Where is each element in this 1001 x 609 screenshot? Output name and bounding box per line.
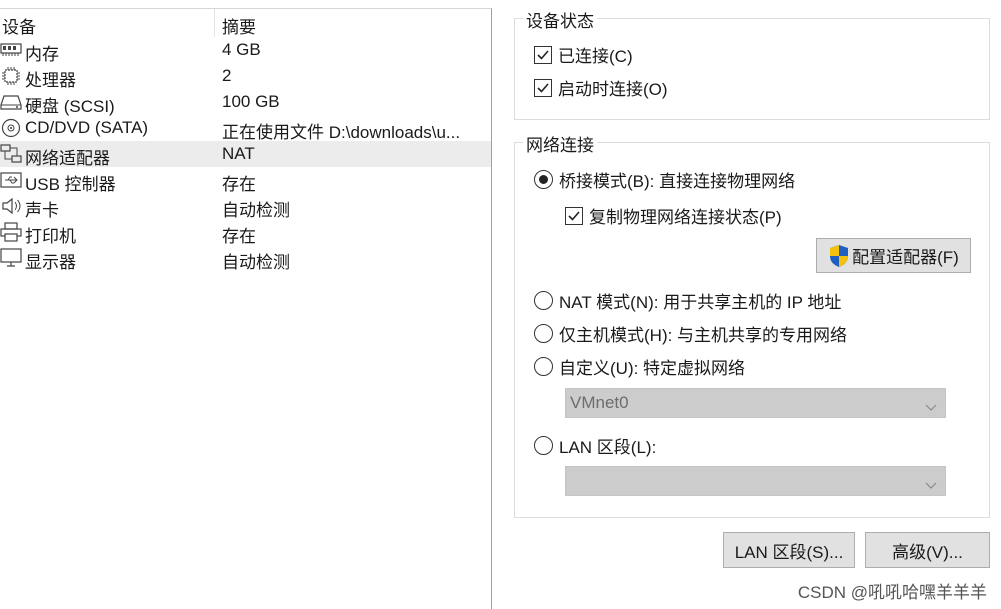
connect-at-power-on-checkbox[interactable]: 启动时连接(O) xyxy=(534,75,668,100)
configure-adapters-button[interactable]: 配置适配器(F) xyxy=(816,238,971,273)
device-status-group: 设备状态 已连接(C) 启动时连接(O) xyxy=(514,7,990,120)
watermark: CSDN @吼吼哈嘿羊羊羊 xyxy=(797,583,987,602)
nat-mode-radio[interactable]: NAT 模式(N): 用于共享主机的 IP 地址 xyxy=(534,288,841,313)
lan-segment-label: LAN 区段(L): xyxy=(559,438,657,457)
device-summary: 自动检测 xyxy=(222,201,290,220)
check-mark-icon xyxy=(537,82,549,93)
device-summary: 2 xyxy=(222,66,232,85)
device-name: 打印机 xyxy=(25,227,76,246)
chevron-down-icon xyxy=(925,397,937,417)
checkbox-box[interactable] xyxy=(565,206,583,225)
custom-network-dropdown[interactable]: VMnet0 xyxy=(565,388,946,418)
network-adapter-icon xyxy=(0,144,22,164)
checkbox-box[interactable] xyxy=(534,78,552,97)
device-summary: 存在 xyxy=(222,227,256,246)
check-mark-icon xyxy=(537,49,549,60)
device-summary: 100 GB xyxy=(222,92,280,111)
device-row-network-adapter[interactable]: 网络适配器 NAT xyxy=(0,141,491,168)
device-summary: NAT xyxy=(222,144,255,163)
device-summary: 正在使用文件 D:\downloads\u... xyxy=(222,123,461,142)
device-row-display[interactable]: 显示器 自动检测 xyxy=(0,245,491,272)
radio-button[interactable] xyxy=(534,170,553,189)
lan-segment-radio[interactable]: LAN 区段(L): xyxy=(534,433,656,458)
device-list-header: 设备 摘要 xyxy=(0,9,491,37)
radio-button[interactable] xyxy=(534,436,553,455)
replicate-physical-state-label: 复制物理网络连接状态(P) xyxy=(589,208,782,227)
host-only-mode-radio[interactable]: 仅主机模式(H): 与主机共享的专用网络 xyxy=(534,321,847,346)
device-row-usb-controller[interactable]: USB 控制器 存在 xyxy=(0,167,491,194)
advanced-button[interactable]: 高级(V)... xyxy=(865,532,990,568)
display-icon xyxy=(0,248,22,268)
device-name: 网络适配器 xyxy=(25,149,110,168)
hard-disk-icon xyxy=(0,92,22,112)
radio-button[interactable] xyxy=(534,357,553,376)
custom-network-radio[interactable]: 自定义(U): 特定虚拟网络 xyxy=(534,354,745,379)
device-status-title: 设备状态 xyxy=(523,7,597,32)
column-header-device[interactable]: 设备 xyxy=(2,13,36,38)
radio-selected-dot xyxy=(539,175,548,184)
printer-icon xyxy=(0,222,22,242)
device-row-processor[interactable]: 处理器 2 xyxy=(0,63,491,90)
host-only-mode-label: 仅主机模式(H): 与主机共享的专用网络 xyxy=(559,326,848,345)
device-name: 声卡 xyxy=(25,201,59,220)
column-divider[interactable] xyxy=(214,9,215,37)
device-row-hard-disk[interactable]: 硬盘 (SCSI) 100 GB xyxy=(0,89,491,116)
device-name: 硬盘 (SCSI) xyxy=(25,97,115,116)
device-name: 内存 xyxy=(25,45,59,64)
usb-icon xyxy=(0,170,22,190)
lan-segments-button[interactable]: LAN 区段(S)... xyxy=(723,532,855,568)
cd-dvd-icon xyxy=(0,118,22,138)
device-name: 显示器 xyxy=(25,253,76,272)
bridged-mode-radio[interactable]: 桥接模式(B): 直接连接物理网络 xyxy=(534,167,795,192)
sound-icon xyxy=(0,196,22,216)
network-connection-group: 网络连接 桥接模式(B): 直接连接物理网络 复制物理网络连接状态(P) 配置适… xyxy=(514,131,990,518)
device-row-printer[interactable]: 打印机 存在 xyxy=(0,219,491,246)
device-name: CD/DVD (SATA) xyxy=(25,118,149,137)
processor-icon xyxy=(0,66,22,86)
custom-network-value: VMnet0 xyxy=(570,393,629,412)
device-name: USB 控制器 xyxy=(25,175,116,194)
uac-shield-icon xyxy=(828,244,850,268)
device-name: 处理器 xyxy=(25,71,76,90)
device-list: 设备 摘要 内存 4 GB 处理器 2 硬盘 (SCSI) 100 GB CD/… xyxy=(0,8,492,609)
device-summary: 4 GB xyxy=(222,40,261,59)
device-row-cd-dvd[interactable]: CD/DVD (SATA) 正在使用文件 D:\downloads\u... xyxy=(0,115,491,142)
device-row-memory[interactable]: 内存 4 GB xyxy=(0,37,491,64)
connect-at-power-on-label: 启动时连接(O) xyxy=(558,80,668,99)
check-mark-icon xyxy=(568,210,580,221)
checkbox-box[interactable] xyxy=(534,45,552,64)
device-summary: 自动检测 xyxy=(222,253,290,272)
column-header-summary[interactable]: 摘要 xyxy=(222,13,256,38)
replicate-physical-state-checkbox[interactable]: 复制物理网络连接状态(P) xyxy=(565,203,782,228)
device-summary: 存在 xyxy=(222,175,256,194)
connected-label: 已连接(C) xyxy=(558,47,633,66)
device-row-sound-card[interactable]: 声卡 自动检测 xyxy=(0,193,491,220)
connected-checkbox[interactable]: 已连接(C) xyxy=(534,42,633,67)
network-connection-title: 网络连接 xyxy=(523,131,597,156)
nat-mode-label: NAT 模式(N): 用于共享主机的 IP 地址 xyxy=(559,293,842,312)
bridged-mode-label: 桥接模式(B): 直接连接物理网络 xyxy=(559,172,796,191)
radio-button[interactable] xyxy=(534,324,553,343)
memory-icon xyxy=(0,40,22,60)
configure-adapters-label: 配置适配器(F) xyxy=(852,248,959,267)
lan-segment-dropdown[interactable] xyxy=(565,466,946,496)
radio-button[interactable] xyxy=(534,291,553,310)
custom-network-label: 自定义(U): 特定虚拟网络 xyxy=(559,359,746,378)
chevron-down-icon xyxy=(925,475,937,495)
